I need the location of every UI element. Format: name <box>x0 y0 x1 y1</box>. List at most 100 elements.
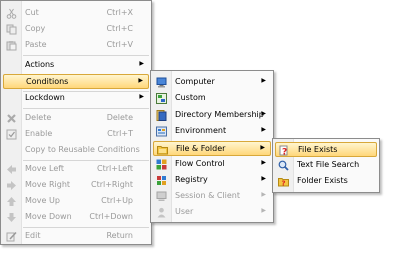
enable-icon <box>6 129 17 140</box>
menu-item-label: Custom <box>175 93 206 102</box>
menu-item-computer[interactable]: Computer ▶ <box>153 75 271 90</box>
menu-separator <box>23 108 149 109</box>
move-right-icon <box>6 180 17 191</box>
menu-item-label: Copy to Reusable Conditions <box>25 145 140 154</box>
shortcut-label: Delete <box>106 113 133 122</box>
menu-item-label: Text File Search <box>297 160 360 169</box>
paste-icon <box>6 40 17 51</box>
shortcut-label: Return <box>106 231 133 240</box>
menu-item-label: File & Folder <box>176 144 226 153</box>
submenu-arrow-icon: ▶ <box>138 77 143 84</box>
menu-item-paste[interactable]: Paste Ctrl+V <box>3 38 149 53</box>
edit-icon <box>6 231 17 242</box>
menu-item-label: Move Down <box>25 212 72 221</box>
menu-item-conditions[interactable]: Conditions ▶ <box>3 74 149 89</box>
menu-item-edit[interactable]: Edit Return <box>3 229 149 244</box>
menu-item-file-folder[interactable]: File & Folder ▶ <box>153 141 271 156</box>
submenu-arrow-icon: ▶ <box>139 93 144 100</box>
folder-exists-icon: ? <box>278 176 289 188</box>
shortcut-label: Ctrl+Up <box>101 196 133 205</box>
session-icon <box>156 191 167 202</box>
folder-icon <box>157 144 168 155</box>
custom-icon <box>156 93 167 104</box>
menu-item-move-down[interactable]: Move Down Ctrl+Down <box>3 210 149 225</box>
menu-item-flow-control[interactable]: Flow Control ▶ <box>153 157 271 172</box>
shortcut-label: Ctrl+T <box>107 129 133 138</box>
flow-control-icon <box>156 159 167 170</box>
menu-separator <box>23 160 149 161</box>
menu-item-label: Paste <box>25 40 47 49</box>
menu-item-directory-membership[interactable]: Directory Membership ▶ <box>153 108 271 123</box>
menu-item-text-file-search[interactable]: Text File Search <box>275 158 377 173</box>
cut-icon <box>6 8 17 19</box>
submenu-arrow-icon: ▶ <box>261 110 266 117</box>
submenu-arrow-icon: ▶ <box>261 191 266 198</box>
menu-item-move-up[interactable]: Move Up Ctrl+Up <box>3 194 149 209</box>
menu-item-label: Move Left <box>25 164 65 173</box>
conditions-submenu: Computer ▶ Custom Directory Membership ▶… <box>150 70 274 223</box>
shortcut-label: Ctrl+V <box>106 40 133 49</box>
move-left-icon <box>6 164 17 175</box>
menu-item-label: File Exists <box>298 145 338 154</box>
submenu-arrow-icon: ▶ <box>261 159 266 166</box>
svg-text:?: ? <box>282 180 286 188</box>
menu-item-custom[interactable]: Custom <box>153 91 271 106</box>
shortcut-label: Ctrl+Right <box>90 180 133 189</box>
file-exists-icon: ? <box>279 145 290 158</box>
directory-icon <box>156 110 167 121</box>
menu-item-user[interactable]: User ▶ <box>153 205 271 220</box>
menu-item-folder-exists[interactable]: ? Folder Exists <box>275 174 377 189</box>
submenu-arrow-icon: ▶ <box>261 77 266 84</box>
environment-icon <box>156 126 167 137</box>
shortcut-label: Ctrl+Down <box>89 212 133 221</box>
menu-item-actions[interactable]: Actions ▶ <box>3 58 149 73</box>
svg-text:?: ? <box>282 148 287 157</box>
menu-item-label: Session & Client <box>175 191 241 200</box>
user-icon <box>156 207 167 218</box>
menu-item-label: Edit <box>25 231 41 240</box>
menu-item-label: Computer <box>175 77 215 86</box>
menu-item-label: User <box>175 207 194 216</box>
shortcut-label: Ctrl+Left <box>97 164 133 173</box>
menu-separator <box>23 55 149 56</box>
menu-item-copy-to-reusable[interactable]: Copy to Reusable Conditions <box>3 143 149 158</box>
menu-item-label: Lockdown <box>25 93 65 102</box>
main-context-menu: Cut Ctrl+X Copy Ctrl+C Paste Ctrl+V Acti… <box>0 0 152 245</box>
text-search-icon <box>278 160 289 171</box>
submenu-arrow-icon: ▶ <box>261 175 266 182</box>
delete-icon <box>6 113 17 124</box>
menu-item-label: Enable <box>25 129 53 138</box>
menu-item-environment[interactable]: Environment ▶ <box>153 124 271 139</box>
menu-item-label: Move Up <box>25 196 60 205</box>
menu-item-registry[interactable]: Registry ▶ <box>153 173 271 188</box>
menu-item-label: Flow Control <box>175 159 225 168</box>
menu-item-label: Folder Exists <box>297 176 348 185</box>
submenu-arrow-icon: ▶ <box>260 144 265 151</box>
menu-item-label: Directory Membership <box>175 110 264 119</box>
menu-item-label: Copy <box>25 24 46 33</box>
menu-item-label: Move Right <box>25 180 71 189</box>
menu-item-file-exists[interactable]: ? File Exists <box>275 142 377 158</box>
menu-item-label: Cut <box>25 8 39 17</box>
menu-item-label: Conditions <box>26 77 69 86</box>
menu-item-delete[interactable]: Delete Delete <box>3 111 149 126</box>
copy-icon <box>6 24 17 35</box>
menu-item-cut[interactable]: Cut Ctrl+X <box>3 6 149 21</box>
submenu-arrow-icon: ▶ <box>261 126 266 133</box>
menu-item-copy[interactable]: Copy Ctrl+C <box>3 22 149 37</box>
move-down-icon <box>6 212 17 223</box>
move-up-icon <box>6 196 17 207</box>
menu-separator <box>23 227 149 228</box>
menu-item-move-right[interactable]: Move Right Ctrl+Right <box>3 178 149 193</box>
menu-item-session-client[interactable]: Session & Client ▶ <box>153 189 271 204</box>
menu-item-move-left[interactable]: Move Left Ctrl+Left <box>3 162 149 177</box>
submenu-arrow-icon: ▶ <box>261 207 266 214</box>
file-folder-submenu: ? File Exists Text File Search ? Folder … <box>272 138 380 193</box>
computer-icon <box>156 77 167 88</box>
menu-item-label: Registry <box>175 175 208 184</box>
submenu-arrow-icon: ▶ <box>139 60 144 67</box>
menu-item-lockdown[interactable]: Lockdown ▶ <box>3 91 149 106</box>
shortcut-label: Ctrl+X <box>106 8 133 17</box>
shortcut-label: Ctrl+C <box>106 24 133 33</box>
menu-item-enable[interactable]: Enable Ctrl+T <box>3 127 149 142</box>
